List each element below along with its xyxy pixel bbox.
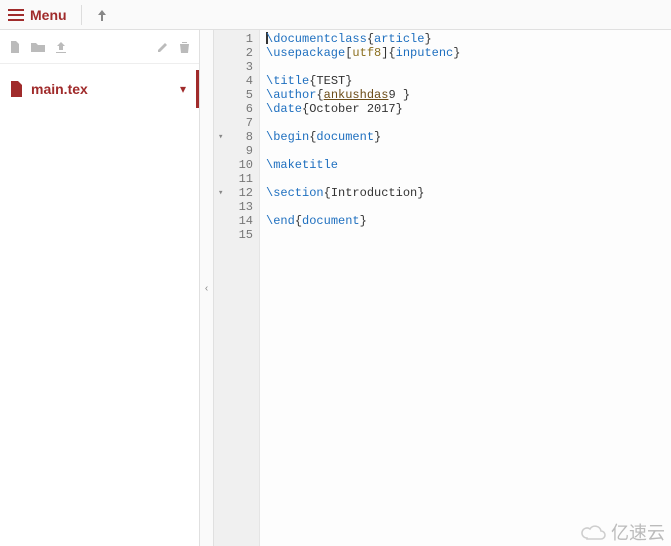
line-number: 7 <box>216 116 253 130</box>
code-line[interactable]: \author{ankushdas9 } <box>266 88 665 102</box>
line-number: 13 <box>216 200 253 214</box>
code-line[interactable] <box>266 144 665 158</box>
code-line[interactable]: \end{document} <box>266 214 665 228</box>
main-area: main.tex ▾ ‹ 12345678▾9101112▾131415 \do… <box>0 30 671 546</box>
code-editor[interactable]: 12345678▾9101112▾131415 \documentclass{a… <box>214 30 671 546</box>
line-number: 10 <box>216 158 253 172</box>
code-line[interactable]: \documentclass{article} <box>266 32 665 46</box>
code-line[interactable]: \usepackage[utf8]{inputenc} <box>266 46 665 60</box>
toolbar-divider <box>81 5 82 25</box>
sidebar-toolbar <box>0 30 199 64</box>
line-number: 3 <box>216 60 253 74</box>
code-line[interactable]: \title{TEST} <box>266 74 665 88</box>
fold-toggle-icon[interactable]: ▾ <box>218 130 223 144</box>
top-toolbar: Menu <box>0 0 671 30</box>
code-content[interactable]: \documentclass{article}\usepackage[utf8]… <box>260 30 671 546</box>
line-number: 11 <box>216 172 253 186</box>
line-number: 6 <box>216 102 253 116</box>
code-line[interactable]: \begin{document} <box>266 130 665 144</box>
code-line[interactable] <box>266 172 665 186</box>
new-folder-button[interactable] <box>30 40 46 54</box>
line-number: 15 <box>216 228 253 242</box>
line-number: 9 <box>216 144 253 158</box>
code-line[interactable]: \maketitle <box>266 158 665 172</box>
line-number: 2 <box>216 46 253 60</box>
new-file-button[interactable] <box>8 40 22 54</box>
rename-button[interactable] <box>156 40 170 54</box>
delete-button[interactable] <box>178 40 191 54</box>
code-line[interactable] <box>266 60 665 74</box>
line-number-gutter: 12345678▾9101112▾131415 <box>214 30 260 546</box>
hamburger-icon <box>8 9 24 21</box>
code-line[interactable] <box>266 116 665 130</box>
code-line[interactable]: \date{October 2017} <box>266 102 665 116</box>
fold-toggle-icon[interactable]: ▾ <box>218 186 223 200</box>
line-number: 1 <box>216 32 253 46</box>
line-number: 4 <box>216 74 253 88</box>
file-icon <box>10 81 23 97</box>
file-sidebar: main.tex ▾ <box>0 30 200 546</box>
chevron-down-icon: ▾ <box>180 82 186 96</box>
code-line[interactable] <box>266 200 665 214</box>
menu-button[interactable]: Menu <box>8 7 67 23</box>
line-number: 14 <box>216 214 253 228</box>
menu-label: Menu <box>30 7 67 23</box>
file-item-main-tex[interactable]: main.tex ▾ <box>0 70 199 108</box>
line-number: 12▾ <box>216 186 253 200</box>
code-line[interactable]: \section{Introduction} <box>266 186 665 200</box>
pane-splitter[interactable]: ‹ <box>200 30 214 546</box>
upload-button[interactable] <box>54 40 68 54</box>
up-level-button[interactable] <box>96 8 108 22</box>
line-number: 8▾ <box>216 130 253 144</box>
line-number: 5 <box>216 88 253 102</box>
file-name-label: main.tex <box>31 81 180 97</box>
code-line[interactable] <box>266 228 665 242</box>
chevron-left-icon: ‹ <box>205 283 208 294</box>
